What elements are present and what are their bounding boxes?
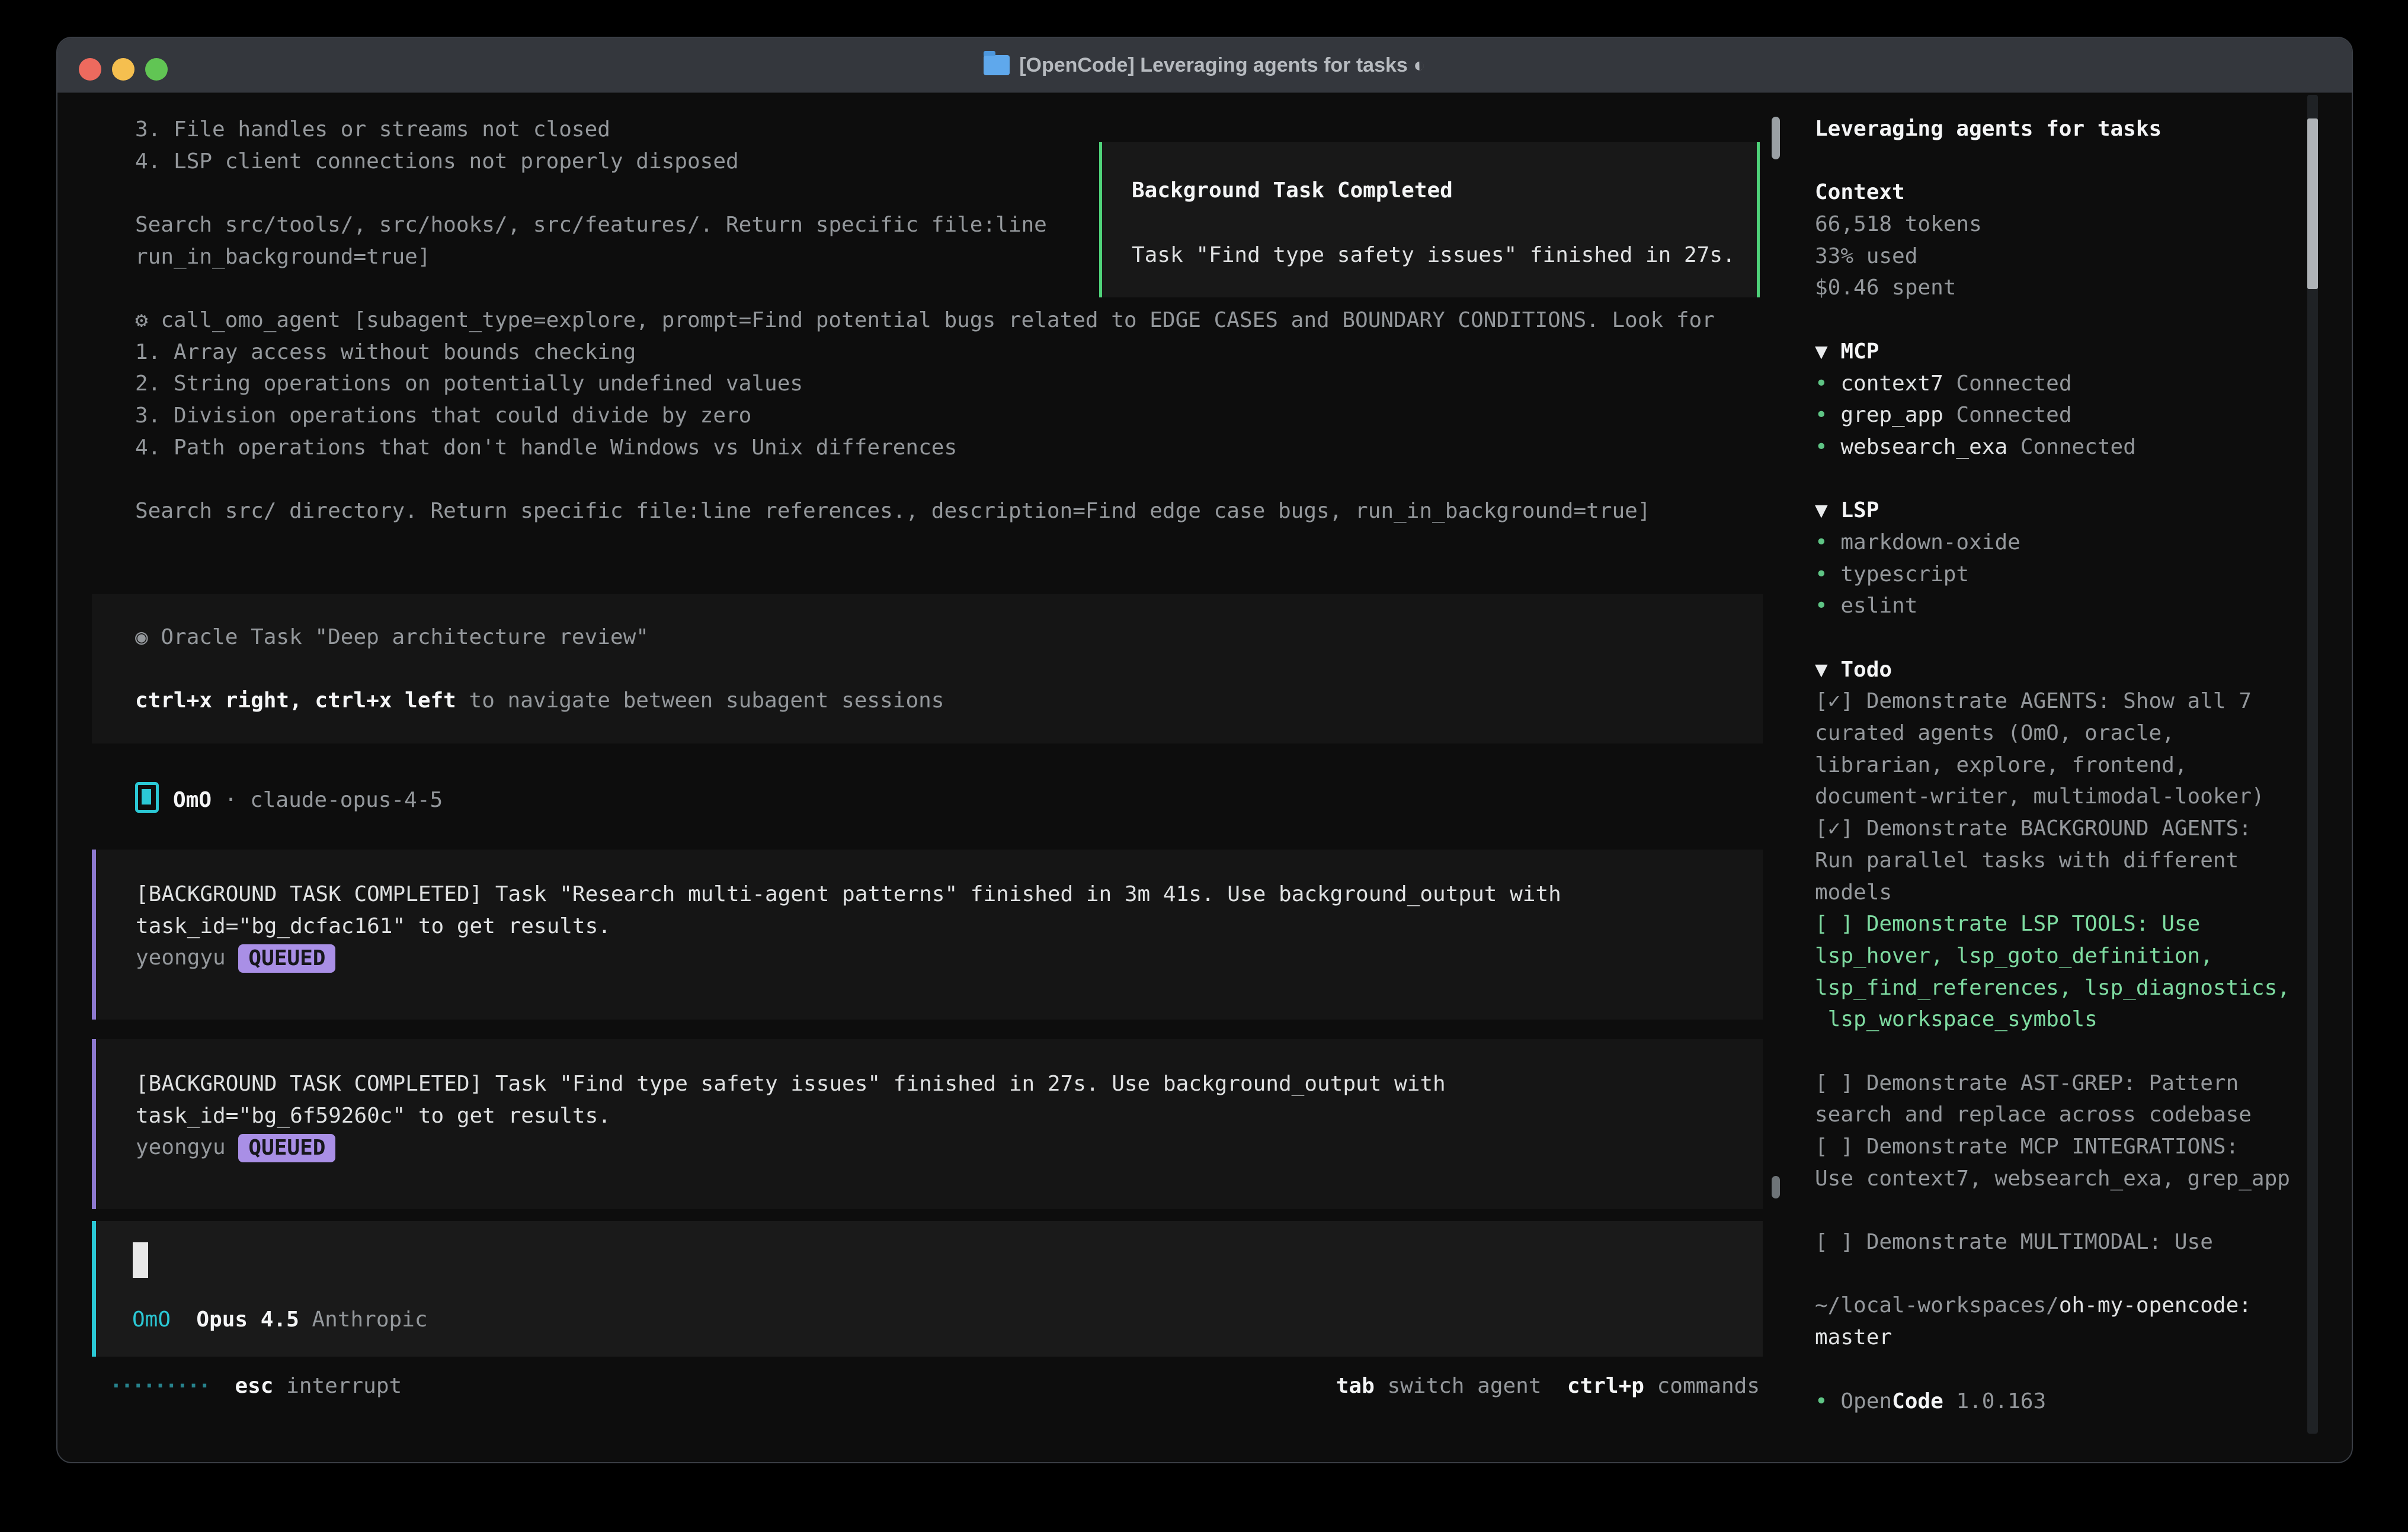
text-line: [✓] Demonstrate AGENTS: Show all 7 — [1815, 685, 2305, 717]
text-line: • grep_app Connected — [1815, 399, 2305, 431]
text-line: [ ] Demonstrate AST-GREP: Pattern — [1815, 1068, 2305, 1100]
main-scrollbar-thumb[interactable] — [1772, 117, 1780, 159]
text-line: $0.46 spent — [1815, 272, 2305, 304]
agent-header-text: OmO · claude-opus-4-5 — [173, 788, 443, 812]
text-line: librarian, explore, frontend, — [1815, 749, 2305, 781]
text-line — [1815, 1036, 2305, 1068]
text-line: ▼ MCP — [1815, 336, 2305, 368]
background-task-toast: Background Task Completed Task "Find typ… — [1099, 142, 1760, 297]
text-line: • markdown-oxide — [1815, 527, 2305, 559]
text-line: Run parallel tasks with different — [1815, 845, 2305, 877]
text-line: models — [1815, 877, 2305, 909]
text-line: lsp_find_references, lsp_diagnostics, — [1815, 972, 2305, 1004]
text-line: 4. LSP client connections not properly d… — [135, 146, 1047, 178]
text-line: ▼ LSP — [1815, 495, 2305, 527]
text-line: yeongyu QUEUED — [136, 942, 1763, 974]
text-line — [1815, 463, 2305, 495]
toast-body: Task "Find type safety issues" finished … — [1132, 239, 1735, 271]
text-line — [1815, 1258, 2305, 1290]
text-line: curated agents (OmO, oracle, — [1815, 717, 2305, 749]
text-line — [1815, 1194, 2305, 1226]
title-bar[interactable]: [OpenCode] Leveraging agents for tasks ◐ — [57, 38, 2352, 93]
text-line: ⚙ call_omo_agent [subagent_type=explore,… — [135, 305, 1715, 336]
text-line: ◉ Oracle Task "Deep architecture review" — [135, 621, 1763, 653]
session-sidebar: Leveraging agents for tasks Context66,51… — [1801, 92, 2305, 1417]
text-line — [135, 177, 1047, 209]
text-line: 1. Array access without bounds checking — [135, 336, 1715, 368]
text-line: 4. Path operations that don't handle Win… — [135, 432, 1715, 464]
prompt-input[interactable]: OmO Opus 4.5 Anthropic — [92, 1221, 1763, 1357]
text-line: run_in_background=true] — [135, 241, 1047, 273]
text-line: Context — [1815, 177, 2305, 209]
oracle-task-card: ◉ Oracle Task "Deep architecture review"… — [92, 594, 1763, 743]
text-line: master — [1815, 1322, 2305, 1354]
text-line: ~/local-workspaces/oh-my-opencode: — [1815, 1290, 2305, 1322]
text-line: Search src/ directory. Return specific f… — [135, 495, 1715, 527]
agent-icon — [135, 782, 159, 813]
text-line: 2. String operations on potentially unde… — [135, 368, 1715, 400]
text-line: Search src/tools/, src/hooks/, src/featu… — [135, 209, 1047, 241]
text-line — [1815, 622, 2305, 654]
text-line: lsp_hover, lsp_goto_definition, — [1815, 940, 2305, 972]
text-line: [ ] Demonstrate LSP TOOLS: Use — [1815, 908, 2305, 940]
text-line: task_id="bg_dcfac161" to get results. — [136, 911, 1763, 943]
sidebar-scrollbar-track[interactable] — [2307, 95, 2318, 1434]
transcript-top-lines: 3. File handles or streams not closed4. … — [135, 114, 1047, 273]
text-line: Leveraging agents for tasks — [1815, 113, 2305, 145]
text-line — [135, 463, 1715, 495]
text-line: 66,518 tokens — [1815, 209, 2305, 241]
agent-header: OmO · claude-opus-4-5 — [135, 782, 443, 814]
sidebar-scrollbar-thumb[interactable] — [2307, 118, 2318, 289]
text-line: lsp_workspace_symbols — [1815, 1004, 2305, 1036]
background-task-card: [BACKGROUND TASK COMPLETED] Task "Resear… — [92, 850, 1763, 1020]
page: [OpenCode] Leveraging agents for tasks ◐… — [0, 0, 2408, 1532]
text-line: • typescript — [1815, 559, 2305, 591]
text-line — [1815, 145, 2305, 177]
text-line — [135, 653, 1763, 685]
text-line: ▼ Todo — [1815, 654, 2305, 686]
text-line: 3. File handles or streams not closed — [135, 114, 1047, 146]
background-task-card: [BACKGROUND TASK COMPLETED] Task "Find t… — [92, 1039, 1763, 1209]
toast-title: Background Task Completed — [1132, 175, 1453, 207]
text-line: [BACKGROUND TASK COMPLETED] Task "Resear… — [136, 879, 1763, 911]
main-scrollbar-thumb[interactable] — [1772, 1176, 1780, 1198]
text-line: [ ] Demonstrate MCP INTEGRATIONS: — [1815, 1131, 2305, 1163]
text-line: Use context7, websearch_exa, grep_app — [1815, 1163, 2305, 1195]
text-line: 33% used — [1815, 241, 2305, 273]
text-line — [1815, 1354, 2305, 1386]
tool-call-block: ⚙ call_omo_agent [subagent_type=explore,… — [135, 305, 1715, 527]
text-line: ctrl+x right, ctrl+x left to navigate be… — [135, 685, 1763, 717]
text-line — [1815, 304, 2305, 336]
text-line: • context7 Connected — [1815, 368, 2305, 400]
text-line: [BACKGROUND TASK COMPLETED] Task "Find t… — [136, 1068, 1763, 1100]
text-line: search and replace across codebase — [1815, 1099, 2305, 1131]
text-line: 3. Division operations that could divide… — [135, 400, 1715, 432]
text-line: • OpenCode 1.0.163 — [1815, 1386, 2305, 1418]
model-indicator: OmO Opus 4.5 Anthropic — [132, 1304, 428, 1336]
statusbar-shortcuts: tab switch agent ctrl+p commands — [1126, 1370, 1760, 1402]
text-line: task_id="bg_6f59260c" to get results. — [136, 1100, 1763, 1132]
text-line: yeongyu QUEUED — [136, 1132, 1763, 1164]
text-line: document-writer, multimodal-looker) — [1815, 781, 2305, 813]
window-title: [OpenCode] Leveraging agents for tasks ◐ — [57, 38, 2352, 92]
text-line: • eslint — [1815, 590, 2305, 622]
text-cursor — [133, 1242, 148, 1278]
text-line: • websearch_exa Connected — [1815, 431, 2305, 463]
text-line: [ ] Demonstrate MULTIMODAL: Use — [1815, 1226, 2305, 1258]
text-line: [✓] Demonstrate BACKGROUND AGENTS: — [1815, 813, 2305, 845]
statusbar-left: ········· esc interrupt — [110, 1370, 402, 1402]
window-title-text: [OpenCode] Leveraging agents for tasks ◐ — [1019, 54, 1426, 76]
folder-icon — [984, 55, 1010, 75]
